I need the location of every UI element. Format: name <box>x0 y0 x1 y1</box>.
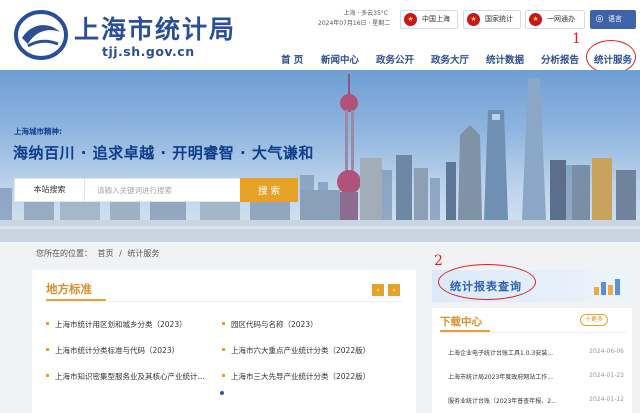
globe-icon: ◎ <box>595 14 604 24</box>
emblem-icon: ★ <box>467 13 480 26</box>
nav-news[interactable]: 新闻中心 <box>321 52 359 66</box>
emblem-icon: ★ <box>529 13 542 26</box>
annotation-circle-2 <box>438 264 536 300</box>
site-title: 上海市统计局 <box>74 15 237 44</box>
link-label: 一网通办 <box>547 15 575 23</box>
emblem-icon: ★ <box>404 13 417 26</box>
jin-mao-tower <box>458 125 482 220</box>
standard-item[interactable]: 上海市统计分类标准与代码（2023） <box>46 345 179 356</box>
hero-banner: 上海城市精神: 海纳百川 · 追求卓越 · 开明睿智 · 大气谦和 本站搜索 搜… <box>0 70 640 242</box>
nav-analysis[interactable]: 分析报告 <box>541 52 579 66</box>
nav-stats-data[interactable]: 统计数据 <box>486 52 524 66</box>
nav-home[interactable]: 首 页 <box>281 52 303 66</box>
site-search: 本站搜索 搜 索 <box>14 178 298 202</box>
search-input[interactable] <box>97 182 237 198</box>
link-label: 语言 <box>608 15 622 23</box>
divider <box>440 332 626 333</box>
city-spirit-slogan: 海纳百川 · 追求卓越 · 开明睿智 · 大气谦和 <box>13 144 314 162</box>
national-stats-link[interactable]: ★ 国家统计 <box>463 10 521 29</box>
next-arrow-button[interactable]: › <box>388 284 400 296</box>
report-chart-icon <box>594 279 620 295</box>
title-underline <box>440 330 490 332</box>
standard-item[interactable]: 园区代码与名称（2023） <box>222 319 318 330</box>
prev-arrow-button[interactable]: ‹ <box>372 284 384 296</box>
local-standards-card: 地方标准 ‹ › 上海市统计用区划和城乡分类（2023） 园区代码与名称（202… <box>32 270 416 413</box>
download-center-title: 下载中心 <box>440 316 482 328</box>
pearl-tower <box>337 74 361 222</box>
nav-gov-hall[interactable]: 政务大厅 <box>431 52 469 66</box>
local-standards-title: 地方标准 <box>46 282 92 296</box>
search-button[interactable]: 搜 索 <box>240 178 298 202</box>
annotation-number-2: 2 <box>434 253 443 269</box>
title-underline <box>46 299 106 301</box>
breadcrumb-current[interactable]: 统计服务 <box>127 249 159 258</box>
weather-info: 上海 · 多云35°C 2024年07月16日 · 星期二 <box>318 9 391 29</box>
more-button[interactable]: 十更多 <box>580 314 608 326</box>
china-shanghai-link[interactable]: ★ 中国上海 <box>400 10 458 29</box>
one-net-service-link[interactable]: ★ 一网通办 <box>525 10 585 29</box>
breadcrumb: 您所在的位置： 首页 / 统计服务 <box>36 248 162 259</box>
download-date: 2024-01-23 <box>589 372 624 379</box>
search-label: 本站搜索 <box>15 179 85 201</box>
site-header: 上海市统计局 tjj.sh.gov.cn 上海 · 多云35°C 2024年07… <box>0 0 640 70</box>
date-line: 2024年07月16日 · 星期二 <box>318 20 391 27</box>
download-title: 服务业统计台账（2023年普查年报、2... <box>448 396 578 405</box>
download-date: 2024-01-12 <box>589 396 624 403</box>
standard-item[interactable]: 上海市知识密集型服务业及其核心产业统计... <box>46 371 205 382</box>
annotation-number-1: 1 <box>572 31 581 47</box>
standard-item[interactable]: 上海市三大先导产业统计分类（2022版） <box>222 371 370 382</box>
standard-item[interactable]: 上海市六大重点产业统计分类（2022版） <box>222 345 370 356</box>
main-nav: 首 页 新闻中心 政务公开 政务大厅 统计数据 分析报告 统计服务 <box>0 44 640 70</box>
weather-line: 上海 · 多云35°C <box>343 10 388 17</box>
download-title: 上海企业电子统计台账工具1.0.3安装... <box>448 348 578 357</box>
city-spirit-tag: 上海城市精神: <box>14 127 62 136</box>
download-item[interactable]: 上海企业电子统计台账工具1.0.3安装... 2024-06-06 <box>440 348 628 362</box>
divider <box>46 301 402 302</box>
download-date: 2024-06-06 <box>589 348 624 355</box>
world-financial-center <box>484 110 508 220</box>
download-item[interactable]: 上海市统计局2023年度政府网站工作... 2024-01-23 <box>440 372 628 386</box>
nav-gov-affairs[interactable]: 政务公开 <box>376 52 414 66</box>
download-title: 上海市统计局2023年度政府网站工作... <box>448 372 578 381</box>
standard-item[interactable]: 上海市统计用区划和城乡分类（2023） <box>46 319 187 330</box>
link-label: 国家统计 <box>485 15 513 23</box>
breadcrumb-separator: / <box>119 249 122 258</box>
breadcrumb-prefix: 您所在的位置： <box>36 249 92 258</box>
language-button[interactable]: ◎ 语言 <box>590 10 636 29</box>
download-item[interactable]: 服务业统计台账（2023年普查年报、2... 2024-01-12 <box>440 396 628 410</box>
breadcrumb-home[interactable]: 首页 <box>98 249 114 258</box>
download-center-card: 下载中心 十更多 上海企业电子统计台账工具1.0.3安装... 2024-06-… <box>432 308 632 413</box>
shanghai-tower <box>522 78 546 220</box>
annotation-circle-1 <box>586 40 636 74</box>
link-label: 中国上海 <box>422 15 450 23</box>
carousel-dot[interactable] <box>220 391 224 395</box>
